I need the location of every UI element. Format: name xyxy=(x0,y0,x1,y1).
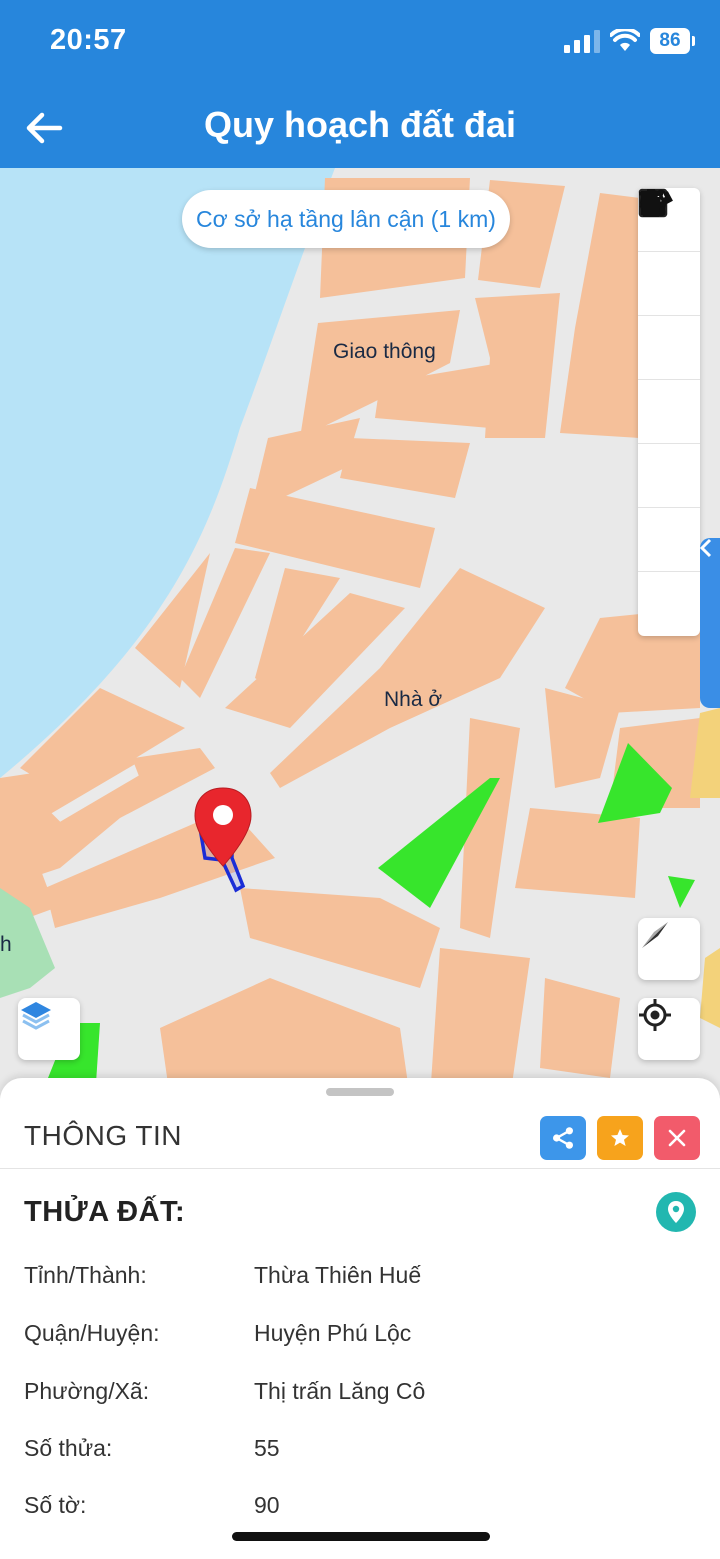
locate-parcel-button[interactable] xyxy=(656,1192,696,1232)
info-label: Tỉnh/Thành: xyxy=(24,1262,147,1288)
measure-button[interactable] xyxy=(638,191,700,572)
map-toolbar xyxy=(638,188,700,636)
star-icon xyxy=(611,1129,629,1146)
nearby-infrastructure-button[interactable]: Cơ sở hạ tầng lân cận (1 km) xyxy=(182,190,510,248)
favorite-button[interactable] xyxy=(597,1116,643,1160)
share-icon xyxy=(553,1127,573,1149)
info-value: Thị trấn Lăng Cô xyxy=(254,1378,426,1404)
map-label-nha-o: Nhà ở xyxy=(384,688,443,711)
share-button[interactable] xyxy=(540,1116,586,1160)
trash-icon xyxy=(639,189,663,217)
compass-button[interactable] xyxy=(638,918,700,980)
land-planning-map[interactable]: Giao thông Nhà ở h Cơ sở hạ tầng lân cận… xyxy=(0,168,720,1098)
status-icons: 86 xyxy=(564,28,695,54)
sheet-drag-handle[interactable] xyxy=(326,1088,394,1096)
parcel-section-title: THỬA ĐẤT: xyxy=(24,1196,186,1228)
close-icon xyxy=(668,1129,686,1147)
info-row-sheet-number: Số tờ: 90 xyxy=(0,1492,720,1532)
layers-icon xyxy=(21,1002,51,1030)
camera-button[interactable] xyxy=(638,192,700,444)
map-info-button[interactable] xyxy=(638,190,700,380)
sheet-header: THÔNG TIN xyxy=(0,1114,720,1169)
info-value: Huyện Phú Lộc xyxy=(254,1320,412,1346)
layers-button[interactable] xyxy=(18,998,80,1060)
my-location-button[interactable] xyxy=(638,998,700,1060)
close-button[interactable] xyxy=(654,1116,700,1160)
map-label-giao-thong: Giao thông xyxy=(333,340,436,363)
info-value: 55 xyxy=(254,1435,280,1461)
draw-polygon-button[interactable] xyxy=(638,191,700,508)
compass-icon xyxy=(642,922,668,948)
wifi-icon xyxy=(610,29,640,51)
info-value: 90 xyxy=(254,1492,280,1518)
info-row-ward: Phường/Xã: Thị trấn Lăng Cô xyxy=(0,1378,720,1418)
info-label: Số thửa: xyxy=(24,1435,113,1461)
app-header: 20:57 86 Quy hoạch đất đai xyxy=(0,0,720,168)
map-canvas[interactable] xyxy=(0,168,720,1098)
info-row-district: Quận/Huyện: Huyện Phú Lộc xyxy=(0,1320,720,1360)
side-panel-toggle[interactable] xyxy=(700,538,720,708)
home-indicator xyxy=(232,1532,490,1541)
info-label: Quận/Huyện: xyxy=(24,1320,160,1346)
page-title: Quy hoạch đất đai xyxy=(203,104,517,145)
info-bottom-sheet: THÔNG TIN THỬA ĐẤT: Tỉnh/Thành: Thừa Thi… xyxy=(0,1078,720,1559)
status-time: 20:57 xyxy=(50,24,127,56)
info-value: Thừa Thiên Huế xyxy=(254,1262,422,1288)
map-label-edge: h xyxy=(0,933,12,956)
cellular-signal-icon xyxy=(564,29,600,53)
chevron-left-icon xyxy=(700,538,712,558)
delete-button[interactable] xyxy=(638,189,700,636)
info-label: Số tờ: xyxy=(24,1492,87,1518)
crosshair-icon xyxy=(639,999,671,1031)
map-pin-icon xyxy=(668,1201,684,1223)
sheet-title: THÔNG TIN xyxy=(24,1120,182,1151)
info-row-province: Tỉnh/Thành: Thừa Thiên Huế xyxy=(0,1262,720,1302)
map-share-button[interactable] xyxy=(638,189,700,316)
battery-icon: 86 xyxy=(650,28,695,54)
info-label: Phường/Xã: xyxy=(24,1378,150,1404)
info-row-parcel-number: Số thửa: 55 xyxy=(0,1435,720,1475)
